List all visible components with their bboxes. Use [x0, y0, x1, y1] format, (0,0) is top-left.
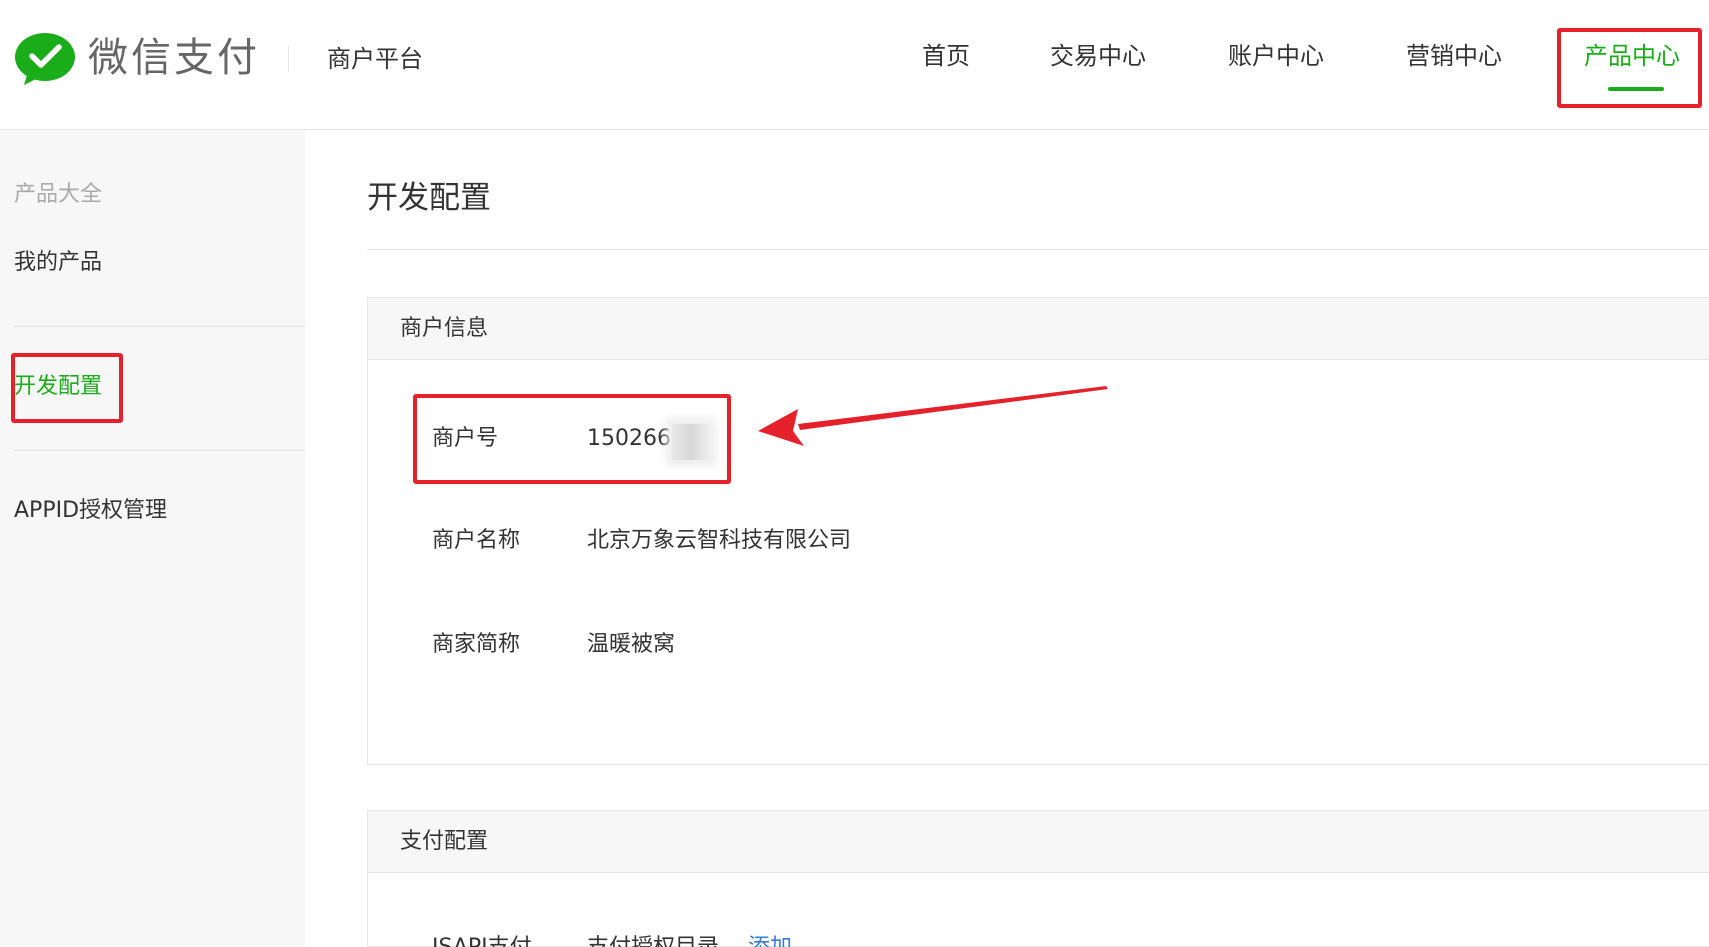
merchant-name-label: 商户名称: [432, 528, 521, 553]
payment-config-heading: 支付配置: [368, 811, 1709, 873]
payment-config-panel: 支付配置 JSAPI支付 支付授权目录 添加: [367, 810, 1709, 947]
platform-name: 商户平台: [327, 45, 423, 73]
jsapi-pay-label: JSAPI支付: [432, 932, 532, 947]
add-auth-dir-link[interactable]: 添加: [748, 935, 792, 947]
sidebar-divider: [14, 450, 305, 451]
sidebar-divider: [14, 326, 305, 327]
merchant-short-name-label: 商家简称: [432, 632, 521, 657]
merchant-name-value: 北京万象云智科技有限公司: [587, 528, 852, 553]
sidebar: 产品大全 我的产品 开发配置 APPID授权管理: [0, 131, 305, 947]
redaction-mask: [672, 424, 710, 460]
annotation-arrow-icon: [758, 386, 1108, 446]
brand-name: 微信支付: [88, 35, 260, 81]
page-title: 开发配置: [367, 180, 491, 216]
merchant-short-name-value: 温暖被窝: [587, 632, 676, 657]
nav-account-center[interactable]: 账户中心: [1228, 38, 1324, 74]
pay-auth-dir-label: 支付授权目录: [587, 935, 719, 947]
nav-marketing-center[interactable]: 营销中心: [1406, 38, 1502, 74]
sidebar-item-dev-config[interactable]: 开发配置: [14, 371, 102, 403]
sidebar-item-all-products[interactable]: 产品大全: [14, 179, 102, 211]
merchant-info-panel: 商户信息 商户号 1502666 商户名称 北京万象云智科技有限公司 商家简称 …: [367, 297, 1709, 765]
merchant-id-label: 商户号: [432, 426, 499, 451]
pay-auth-dir-row: 支付授权目录 添加: [587, 932, 792, 947]
wechat-pay-logo-icon: [15, 33, 75, 85]
nav-active-indicator: [1608, 87, 1664, 91]
merchant-info-heading: 商户信息: [368, 298, 1709, 360]
sidebar-item-my-products[interactable]: 我的产品: [14, 247, 102, 279]
nav-trade-center[interactable]: 交易中心: [1050, 38, 1146, 74]
title-divider: [367, 249, 1709, 250]
nav-home[interactable]: 首页: [922, 38, 970, 74]
merchant-id-value: 1502666: [587, 426, 685, 451]
brand-divider: [288, 46, 289, 72]
top-header: 微信支付 商户平台 首页 交易中心 账户中心 营销中心 产品中心: [0, 0, 1709, 130]
nav-product-center[interactable]: 产品中心: [1584, 38, 1680, 74]
sidebar-item-appid-auth[interactable]: APPID授权管理: [14, 495, 167, 527]
